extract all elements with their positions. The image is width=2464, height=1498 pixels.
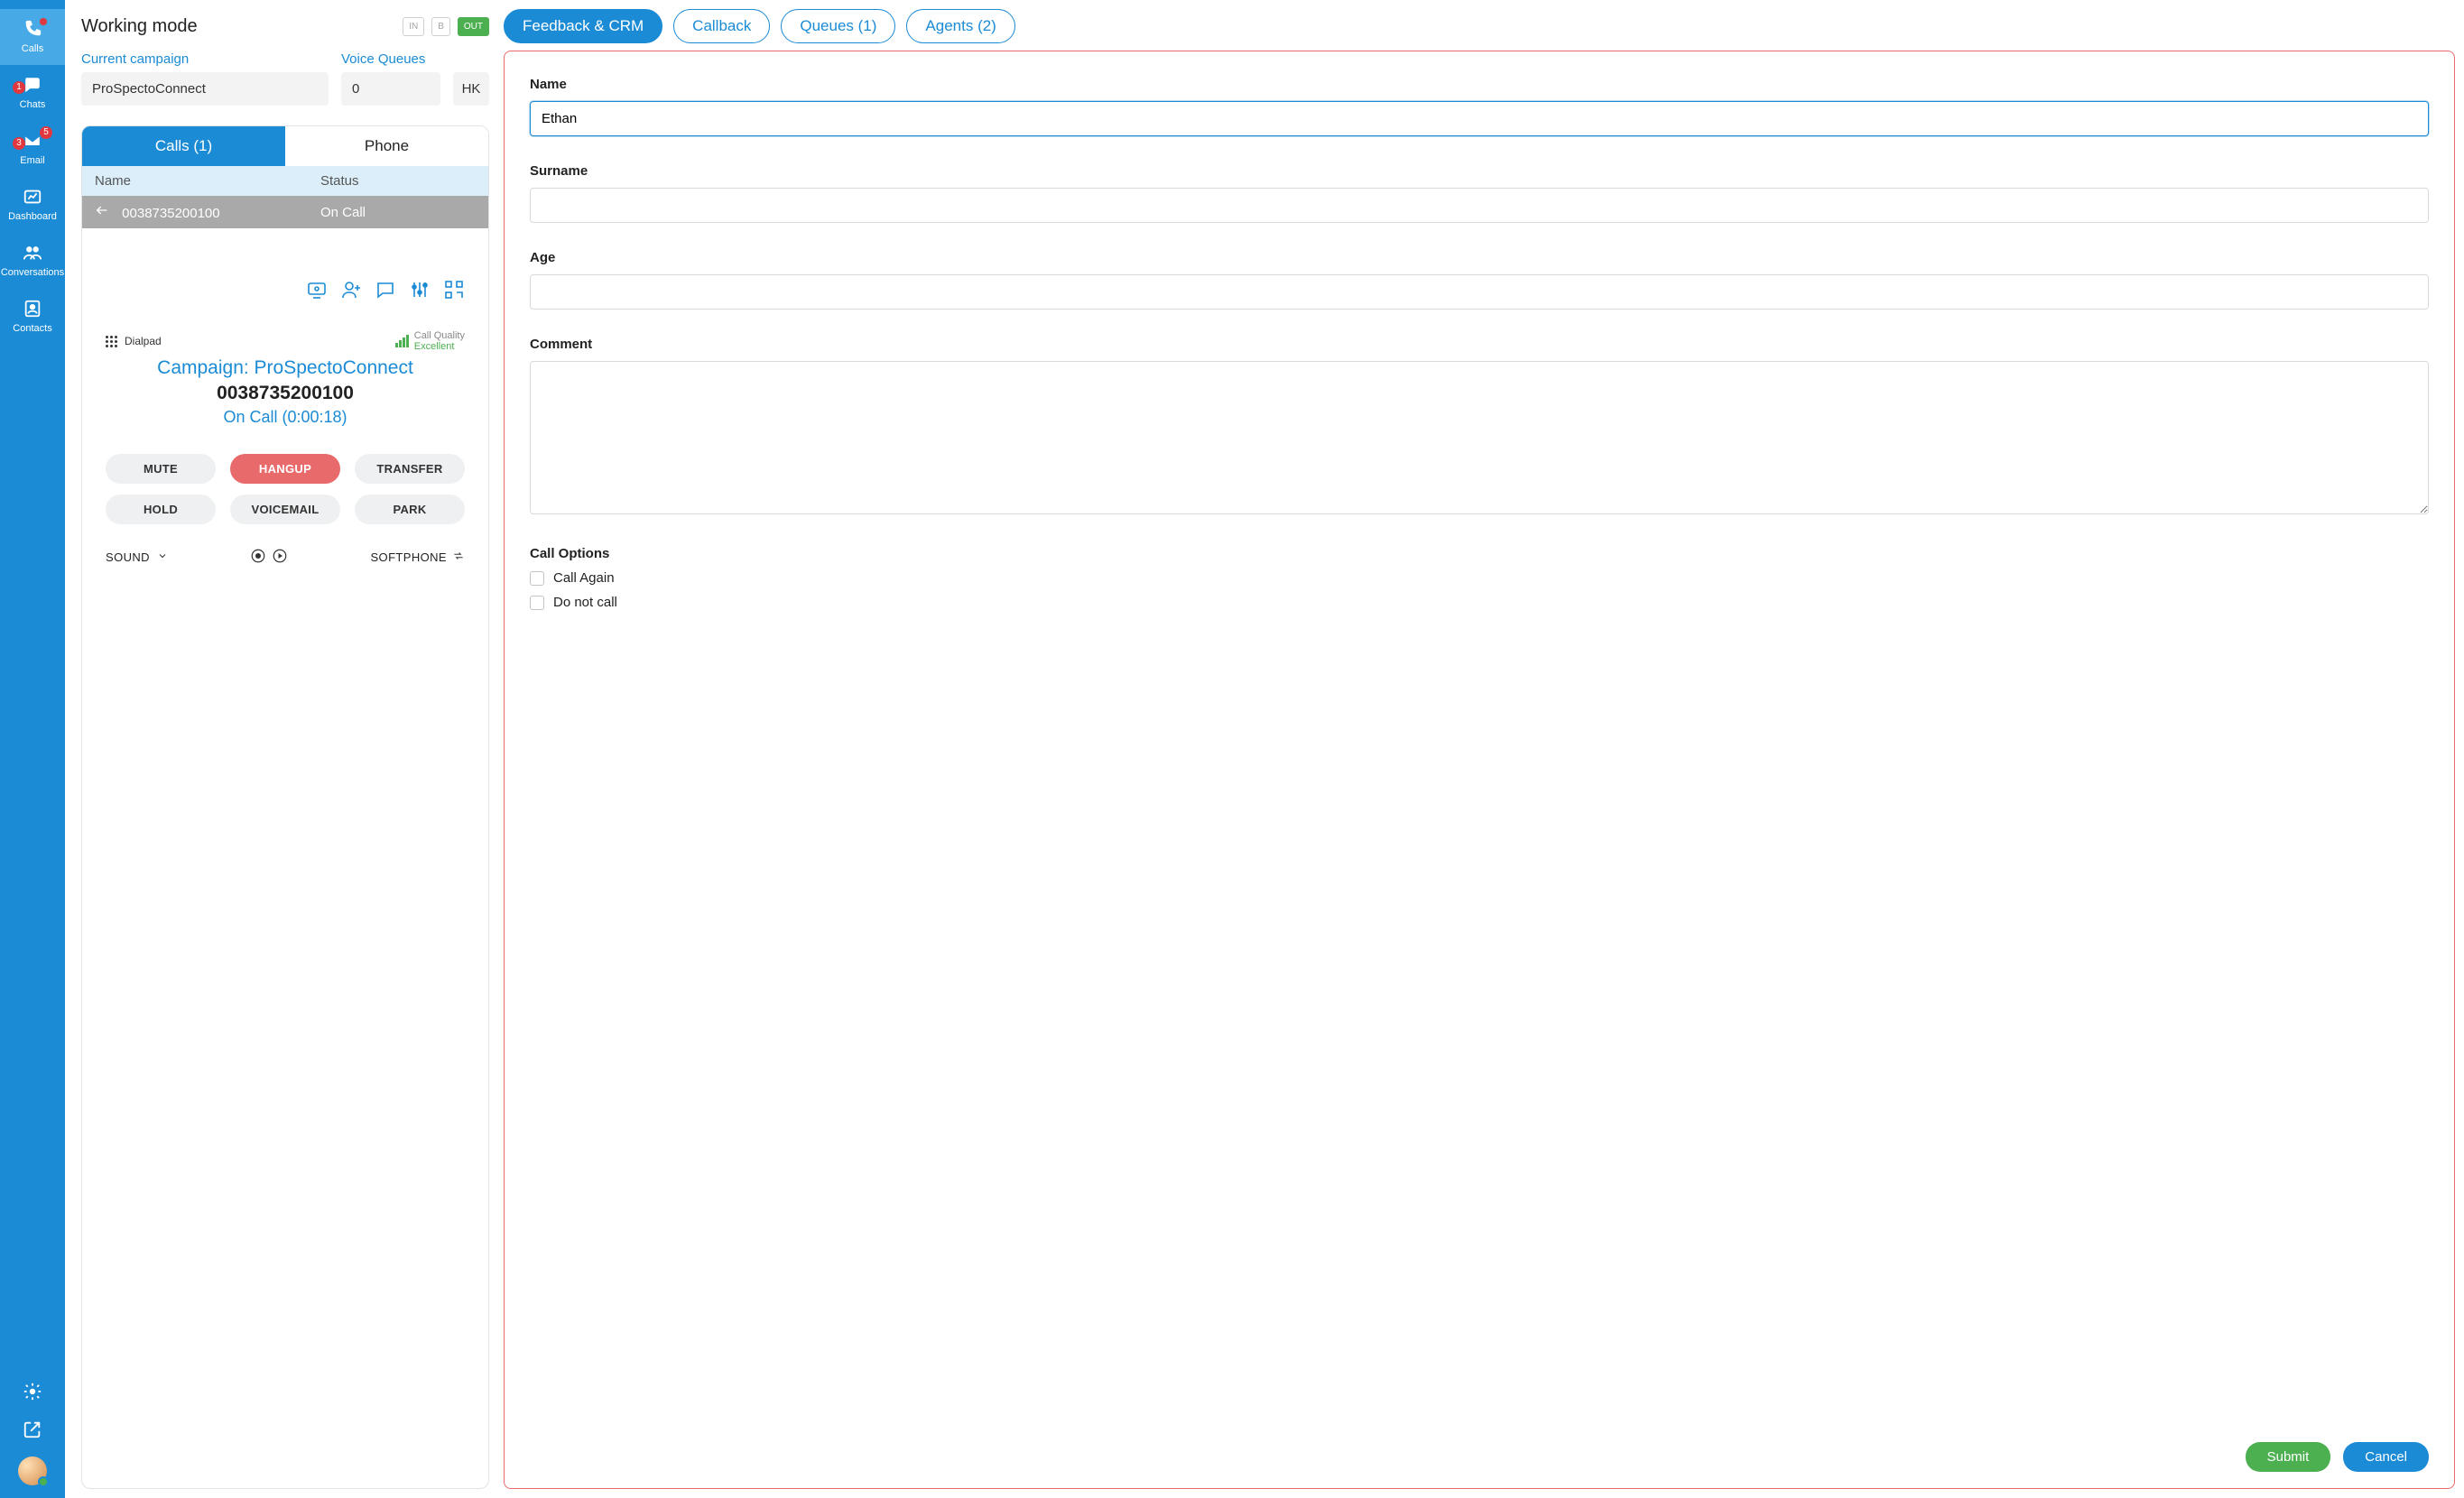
sidebar-item-label: Calls xyxy=(22,43,43,54)
row-name: 0038735200100 xyxy=(122,206,219,221)
tab-callback[interactable]: Callback xyxy=(673,9,770,43)
th-status: Status xyxy=(308,166,488,196)
call-status-line: On Call (0:00:18) xyxy=(106,408,465,427)
campaign-field[interactable]: ProSpectoConnect xyxy=(81,72,329,106)
presence-online-icon xyxy=(38,1476,49,1487)
sidebar-item-contacts[interactable]: Contacts xyxy=(0,289,65,345)
softphone-dropdown[interactable]: SOFTPHONE xyxy=(370,550,465,565)
mode-b-button[interactable]: B xyxy=(431,17,450,36)
row-status: On Call xyxy=(308,198,488,227)
sound-dropdown[interactable]: SOUND xyxy=(106,550,168,564)
dialpad-button[interactable]: Dialpad xyxy=(106,335,162,347)
hold-button[interactable]: HOLD xyxy=(106,495,216,524)
sidebar-item-label: Dashboard xyxy=(8,211,57,222)
comment-label: Comment xyxy=(530,337,2429,352)
age-label: Age xyxy=(530,250,2429,265)
left-panel: Working mode IN B OUT Current campaign P… xyxy=(70,0,495,1489)
arrow-left-icon xyxy=(95,203,113,221)
call-quality-value: Excellent xyxy=(414,341,465,352)
swap-icon xyxy=(452,550,465,565)
campaign-line: Campaign: ProSpectoConnect xyxy=(106,357,465,379)
sidebar-item-label: Conversations xyxy=(1,267,64,278)
sidebar-item-calls[interactable]: Calls xyxy=(0,9,65,65)
avatar[interactable] xyxy=(18,1456,47,1485)
badge: 5 xyxy=(40,126,52,139)
sound-label: SOUND xyxy=(106,550,150,564)
voice-queues-field[interactable]: 0 xyxy=(341,72,440,106)
badge-secondary: 3 xyxy=(13,137,25,150)
comment-textarea[interactable] xyxy=(530,361,2429,514)
right-panel: Feedback & CRM Callback Queues (1) Agent… xyxy=(504,0,2455,1489)
cancel-button[interactable]: Cancel xyxy=(2343,1442,2429,1472)
softphone-label: SOFTPHONE xyxy=(370,550,447,564)
opt-do-not-call[interactable]: Do not call xyxy=(530,595,2429,610)
sidebar-item-chats[interactable]: 1 Chats xyxy=(0,65,65,121)
screen-share-icon[interactable] xyxy=(306,279,328,305)
opt-label: Do not call xyxy=(553,595,617,610)
sidebar: Calls 1 Chats 5 3 Email Dashboard xyxy=(0,0,65,1498)
working-mode-title: Working mode xyxy=(81,16,198,37)
age-input[interactable] xyxy=(530,274,2429,310)
add-contact-icon[interactable] xyxy=(340,279,362,305)
call-quality-label: Call Quality xyxy=(414,330,465,341)
tab-calls[interactable]: Calls (1) xyxy=(82,126,285,166)
right-tabs: Feedback & CRM Callback Queues (1) Agent… xyxy=(504,9,2455,43)
chevron-down-icon xyxy=(157,550,168,564)
hk-field[interactable]: HK xyxy=(453,72,489,106)
message-icon[interactable] xyxy=(375,279,396,305)
sidebar-item-label: Chats xyxy=(20,99,46,110)
dialpad-label: Dialpad xyxy=(125,335,162,347)
tab-phone[interactable]: Phone xyxy=(285,126,488,166)
checkbox-icon[interactable] xyxy=(530,571,544,586)
voicemail-button[interactable]: VOICEMAIL xyxy=(230,495,340,524)
tab-feedback-crm[interactable]: Feedback & CRM xyxy=(504,9,662,43)
hangup-button[interactable]: HANGUP xyxy=(230,454,340,484)
signal-bars-icon xyxy=(395,335,409,347)
contacts-icon xyxy=(22,298,43,319)
sidebar-item-label: Email xyxy=(20,155,45,166)
sidebar-bottom xyxy=(0,1381,65,1498)
feedback-form: Name Surname Age Comment Call Options xyxy=(504,51,2455,1489)
mode-in-button[interactable]: IN xyxy=(403,17,424,36)
call-panel: Calls (1) Phone Name Status 003873520010… xyxy=(81,125,489,1489)
record-button[interactable] xyxy=(250,548,266,567)
campaign-label: Current campaign xyxy=(81,51,189,67)
sidebar-item-email[interactable]: 5 3 Email xyxy=(0,121,65,177)
call-options-label: Call Options xyxy=(530,546,2429,561)
sliders-icon[interactable] xyxy=(409,279,431,305)
sidebar-item-dashboard[interactable]: Dashboard xyxy=(0,177,65,233)
voice-queues-label: Voice Queues xyxy=(341,51,425,67)
call-table-header: Name Status xyxy=(82,166,488,196)
transfer-button[interactable]: TRANSFER xyxy=(355,454,465,484)
call-number: 0038735200100 xyxy=(106,383,465,404)
gear-icon[interactable] xyxy=(22,1381,43,1402)
play-button[interactable] xyxy=(272,548,288,567)
tab-queues[interactable]: Queues (1) xyxy=(781,9,895,43)
call-table-row[interactable]: 0038735200100 On Call xyxy=(82,196,488,228)
th-name: Name xyxy=(82,166,308,196)
name-input[interactable] xyxy=(530,101,2429,136)
badge: 1 xyxy=(13,81,25,94)
mode-out-button[interactable]: OUT xyxy=(458,17,489,36)
sidebar-item-label: Contacts xyxy=(13,323,51,334)
name-label: Name xyxy=(530,77,2429,92)
qr-transfer-icon[interactable] xyxy=(443,279,465,305)
mute-button[interactable]: MUTE xyxy=(106,454,216,484)
opt-call-again[interactable]: Call Again xyxy=(530,570,2429,586)
dashboard-icon xyxy=(22,186,43,208)
opt-label: Call Again xyxy=(553,570,615,586)
park-button[interactable]: PARK xyxy=(355,495,465,524)
sidebar-item-conversations[interactable]: Conversations xyxy=(0,233,65,289)
conversations-icon xyxy=(22,242,43,264)
surname-input[interactable] xyxy=(530,188,2429,223)
call-quality: Call Quality Excellent xyxy=(395,330,465,352)
active-dot-icon xyxy=(40,18,47,25)
surname-label: Surname xyxy=(530,163,2429,179)
tab-agents[interactable]: Agents (2) xyxy=(906,9,1014,43)
checkbox-icon[interactable] xyxy=(530,596,544,610)
submit-button[interactable]: Submit xyxy=(2246,1442,2331,1472)
dialpad-icon xyxy=(106,336,117,347)
external-link-icon[interactable] xyxy=(22,1419,43,1440)
